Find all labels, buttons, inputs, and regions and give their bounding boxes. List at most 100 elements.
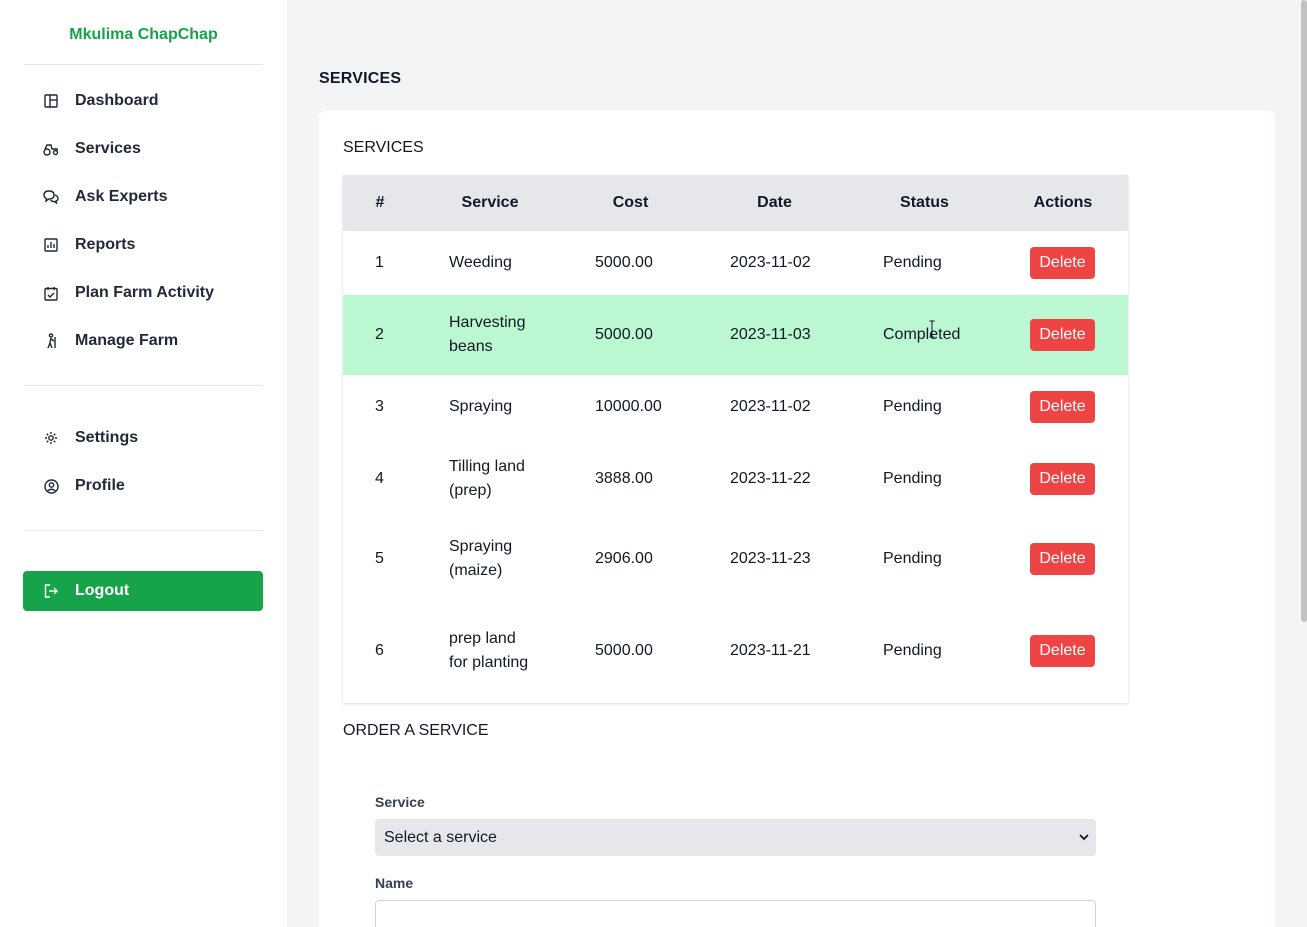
column-header-number: # <box>375 194 385 211</box>
row-date: 2023-11-02 <box>730 398 811 415</box>
logout-icon <box>42 582 60 600</box>
row-number: 4 <box>375 470 384 487</box>
delete-button[interactable]: Delete <box>1030 635 1095 667</box>
sidebar-item-profile[interactable]: Profile <box>24 466 263 506</box>
column-header-cost: Cost <box>612 194 649 211</box>
row-status: Completed <box>883 326 961 343</box>
row-date: 2023-11-03 <box>730 326 811 343</box>
row-status: Pending <box>883 550 942 567</box>
row-service: prep land for planting <box>417 599 563 703</box>
brand-title[interactable]: Mkulima ChapChap <box>0 26 287 44</box>
tractor-icon <box>42 140 60 158</box>
row-number: 6 <box>375 642 384 659</box>
delete-button[interactable]: Delete <box>1030 319 1095 351</box>
user-circle-icon <box>42 477 60 495</box>
row-actions: Delete <box>998 439 1128 519</box>
row-status: Pending <box>883 398 942 415</box>
text-cursor-icon <box>929 320 935 338</box>
table-row: 4 Tilling land (prep) 3888.00 2023-11-22… <box>343 439 1128 519</box>
column-header-status: Status <box>900 194 949 211</box>
dashboard-icon <box>42 92 60 110</box>
delete-button[interactable]: Delete <box>1030 391 1095 423</box>
row-status: Pending <box>883 642 942 659</box>
row-date: 2023-11-02 <box>730 254 811 271</box>
row-actions: Delete <box>998 375 1128 439</box>
service-select[interactable]: Select a service <box>375 819 1096 856</box>
page-scrollbar[interactable] <box>1301 0 1307 622</box>
row-date: 2023-11-21 <box>730 642 811 659</box>
row-cost: 5000.00 <box>595 254 653 271</box>
row-cost: 10000.00 <box>595 398 662 415</box>
row-service: Spraying <box>417 375 563 439</box>
table-row: 2 Harvesting beans 5000.00 2023-11-03 Co… <box>343 295 1128 375</box>
row-cost: 2906.00 <box>595 550 653 567</box>
sidebar-item-label: Reports <box>75 236 136 253</box>
service-name: Tilling land (prep) <box>449 458 525 499</box>
sidebar-item-plan-farm-activity[interactable]: Plan Farm Activity <box>24 273 263 313</box>
sidebar-item-dashboard[interactable]: Dashboard <box>24 81 263 121</box>
row-service: Harvesting beans <box>417 295 563 375</box>
row-number: 1 <box>375 254 384 271</box>
farmer-icon <box>42 332 60 350</box>
sidebar-item-reports[interactable]: Reports <box>24 225 263 265</box>
service-field-label: Service <box>375 794 425 810</box>
delete-button[interactable]: Delete <box>1030 247 1095 279</box>
delete-button[interactable]: Delete <box>1030 543 1095 575</box>
delete-button[interactable]: Delete <box>1030 463 1095 495</box>
row-cost: 5000.00 <box>595 326 653 343</box>
row-date: 2023-11-22 <box>730 470 811 487</box>
order-service-title: ORDER A SERVICE <box>343 722 489 739</box>
row-status: Pending <box>883 470 942 487</box>
chat-icon <box>42 188 60 206</box>
row-number: 5 <box>375 550 384 567</box>
table-row: 6 prep land for planting 5000.00 2023-11… <box>343 599 1128 703</box>
sidebar-item-label: Plan Farm Activity <box>75 284 215 301</box>
sidebar-item-manage-farm[interactable]: Manage Farm <box>24 321 263 361</box>
row-actions: Delete <box>998 231 1128 295</box>
table-row: 3 Spraying 10000.00 2023-11-02 Pending D… <box>343 375 1128 439</box>
column-header-date: Date <box>757 194 792 211</box>
row-service: Tilling land (prep) <box>417 439 563 519</box>
divider <box>24 530 263 531</box>
row-service: Spraying (maize) <box>417 519 563 599</box>
sidebar-item-services[interactable]: Services <box>24 129 263 169</box>
divider <box>24 64 263 65</box>
calendar-check-icon <box>42 284 60 302</box>
row-actions: Delete <box>998 599 1128 703</box>
service-select-value: Select a service <box>384 828 497 846</box>
page-title: SERVICES <box>319 70 402 87</box>
sidebar: Mkulima ChapChap Dashboard Services Ask … <box>0 0 287 927</box>
name-input[interactable] <box>375 900 1096 927</box>
sidebar-item-label: Settings <box>75 429 139 446</box>
column-header-actions: Actions <box>1033 194 1093 211</box>
row-cost: 5000.00 <box>595 642 653 659</box>
table-row: 1 Weeding 5000.00 2023-11-02 Pending Del… <box>343 231 1128 295</box>
gear-icon <box>42 429 60 447</box>
service-name: Spraying <box>449 398 513 415</box>
service-name: Weeding <box>449 254 512 271</box>
row-date: 2023-11-23 <box>730 550 811 567</box>
service-name: prep land for planting <box>449 630 529 671</box>
row-service: Weeding <box>417 231 563 295</box>
row-cost: 3888.00 <box>595 470 653 487</box>
service-name: Spraying (maize) <box>449 538 513 579</box>
column-header-service: Service <box>461 194 519 211</box>
sidebar-item-ask-experts[interactable]: Ask Experts <box>24 177 263 217</box>
services-table: # Service Cost Date Status Actions 1 Wee… <box>343 175 1128 703</box>
sidebar-item-label: Manage Farm <box>75 332 179 349</box>
sidebar-item-label: Dashboard <box>75 92 159 109</box>
table-row: 5 Spraying (maize) 2906.00 2023-11-23 Pe… <box>343 519 1128 599</box>
chart-icon <box>42 236 60 254</box>
sidebar-item-settings[interactable]: Settings <box>24 418 263 458</box>
table-header-row: # Service Cost Date Status Actions <box>343 175 1128 231</box>
sidebar-item-label: Profile <box>75 477 125 494</box>
logout-button[interactable]: Logout <box>23 571 263 611</box>
services-card: SERVICES # Service Cost Date Status Acti… <box>319 111 1275 927</box>
sidebar-item-label: Ask Experts <box>75 188 168 205</box>
row-number: 3 <box>375 398 384 415</box>
logout-label: Logout <box>75 582 130 599</box>
row-actions: Delete <box>998 295 1128 375</box>
chevron-down-icon <box>1078 830 1090 844</box>
row-actions: Delete <box>998 519 1128 599</box>
row-number: 2 <box>375 326 384 343</box>
